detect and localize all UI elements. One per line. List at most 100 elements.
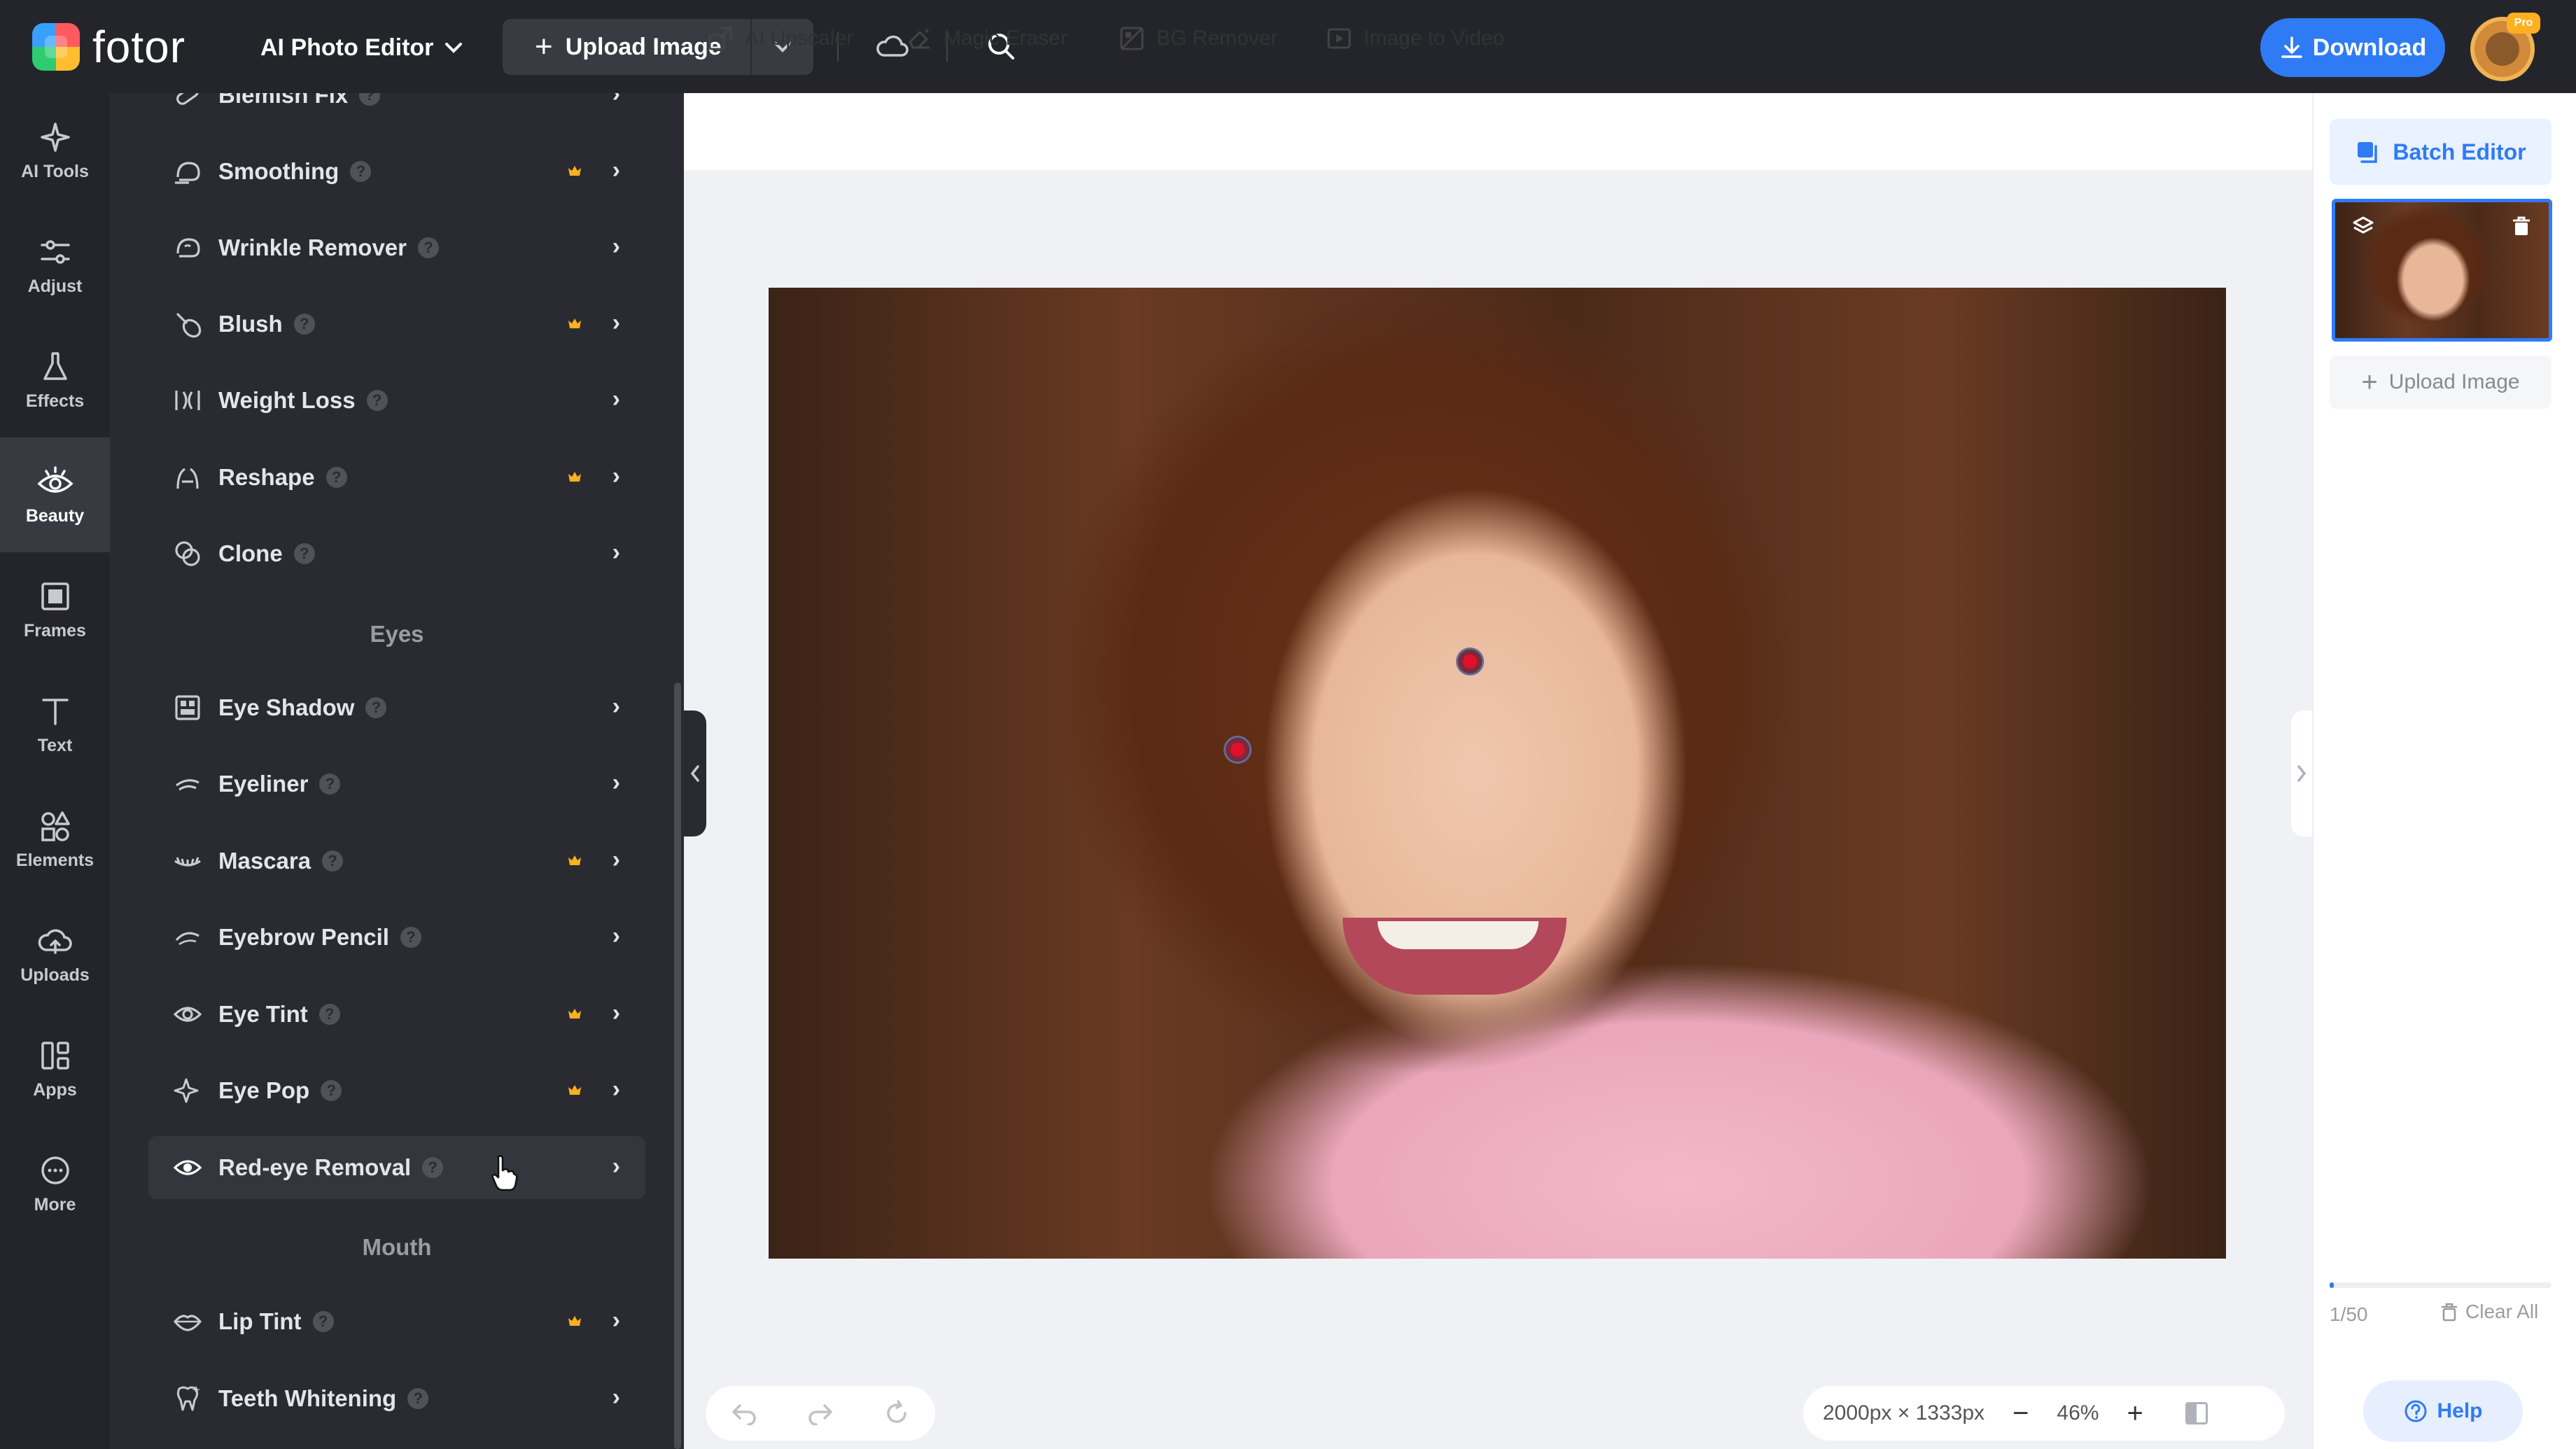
help-icon[interactable]: ?	[318, 1004, 340, 1025]
eyebrow-icon	[172, 922, 203, 953]
collapse-panel-button[interactable]	[684, 710, 706, 836]
eye-icon	[172, 1152, 203, 1183]
help-icon[interactable]: ?	[350, 161, 372, 182]
upload-count-progress	[2330, 1282, 2552, 1288]
tool-blush[interactable]: Blush ? ›	[148, 293, 645, 356]
upload-image-label: Upload Image	[565, 33, 722, 60]
tool-eye-pop[interactable]: Eye Pop ? ›	[148, 1059, 645, 1122]
tool-weight-loss[interactable]: Weight Loss ? ›	[148, 369, 645, 432]
shapes-icon	[41, 811, 70, 841]
tool-eyebrow-pencil[interactable]: Eyebrow Pencil ? ›	[148, 906, 645, 969]
help-icon[interactable]: ?	[322, 850, 344, 872]
brush-icon	[172, 309, 203, 340]
expand-right-panel-button[interactable]	[2291, 710, 2312, 836]
help-icon[interactable]: ?	[321, 1080, 342, 1101]
tool-smoothing[interactable]: Smoothing ? ›	[148, 140, 645, 203]
compare-icon[interactable]	[2185, 1402, 2208, 1424]
help-icon[interactable]: ?	[359, 93, 381, 106]
help-icon[interactable]: ?	[422, 1157, 444, 1178]
nav-label: Uploads	[20, 965, 90, 985]
logo-text: fotor	[92, 22, 186, 72]
upload-image-secondary-button[interactable]: + Upload Image	[2330, 356, 2552, 409]
tool-label: Reshape	[218, 464, 315, 490]
section-mouth: Mouth	[362, 1234, 432, 1260]
help-icon[interactable]: ?	[319, 774, 341, 794]
redo-icon[interactable]	[806, 1401, 834, 1425]
text-icon	[41, 698, 69, 725]
nav-label: Effects	[25, 391, 85, 411]
batch-icon	[2358, 142, 2378, 163]
help-icon[interactable]: ?	[365, 697, 387, 718]
nav-text[interactable]: Text	[0, 667, 110, 782]
fotor-logo[interactable]: fotor	[32, 22, 186, 72]
help-icon[interactable]: ?	[400, 927, 421, 948]
tool-red-eye-removal[interactable]: Red-eye Removal ? ›	[148, 1136, 645, 1199]
beauty-tools-panel: Blemish Fix ? › Smoothing ? › Wrinkle Re…	[110, 93, 684, 1449]
tool-eye-tint[interactable]: Eye Tint ? ›	[148, 983, 645, 1046]
undo-icon[interactable]	[730, 1401, 758, 1425]
editor-menu[interactable]: AI Photo Editor	[260, 28, 463, 67]
help-icon[interactable]: ?	[407, 1388, 429, 1409]
nav-elements[interactable]: Elements	[0, 782, 110, 897]
nav-effects[interactable]: Effects	[0, 323, 110, 438]
clear-all-button[interactable]: Clear All	[2440, 1301, 2538, 1323]
trash-icon	[2442, 1303, 2457, 1322]
quick-magic-eraser[interactable]: Magic Eraser	[906, 21, 1068, 56]
clone-icon	[172, 538, 203, 569]
trash-icon[interactable]	[2509, 214, 2534, 239]
tool-blemish-fix[interactable]: Blemish Fix ? ›	[148, 93, 645, 127]
upload-count-progress-fill	[2330, 1282, 2334, 1288]
lips-icon	[172, 1306, 203, 1337]
tool-reshape[interactable]: Reshape ? ›	[148, 446, 645, 509]
zoom-level[interactable]: 46%	[2057, 1401, 2099, 1425]
left-nav: AI Tools Adjust Effects Beauty Frames Te…	[0, 93, 110, 1449]
tool-label: Eyeliner	[218, 771, 309, 797]
photo-left-eye	[1224, 736, 1252, 764]
eraser-icon	[909, 28, 930, 49]
nav-apps[interactable]: Apps	[0, 1011, 110, 1126]
more-icon	[41, 1156, 69, 1184]
help-icon[interactable]: ?	[293, 314, 315, 335]
canvas-photo[interactable]	[769, 288, 2226, 1259]
help-icon[interactable]: ?	[418, 237, 439, 258]
help-icon[interactable]: ?	[326, 467, 347, 488]
tool-teeth-whitening[interactable]: Teeth Whitening ? ›	[148, 1367, 645, 1430]
quick-tools-bar	[684, 93, 2312, 170]
crown-icon	[568, 318, 581, 328]
tool-label: Eyebrow Pencil	[218, 924, 389, 950]
help-icon[interactable]: ?	[293, 543, 315, 564]
nav-more[interactable]: More	[0, 1126, 110, 1241]
eyeliner-icon	[172, 769, 203, 799]
nav-beauty[interactable]: Beauty	[0, 438, 110, 552]
nav-adjust[interactable]: Adjust	[0, 208, 110, 323]
zoom-in-button[interactable]: +	[2127, 1398, 2143, 1429]
layers-icon[interactable]	[2351, 214, 2376, 239]
nav-uploads[interactable]: Uploads	[0, 897, 110, 1011]
zoom-out-button[interactable]: −	[2012, 1398, 2029, 1429]
tool-wrinkle-remover[interactable]: Wrinkle Remover ? ›	[148, 216, 645, 279]
cloud-icon[interactable]	[874, 28, 910, 64]
help-icon[interactable]: ?	[366, 390, 388, 411]
nav-ai-tools[interactable]: AI Tools	[0, 93, 110, 208]
quick-image-to-video[interactable]: Image to Video	[1326, 21, 1504, 56]
tool-lip-tint[interactable]: Lip Tint ? ›	[148, 1290, 645, 1353]
nav-frames[interactable]: Frames	[0, 552, 110, 667]
tool-eyeliner[interactable]: Eyeliner ? ›	[148, 752, 645, 816]
quick-bg-remover[interactable]: BG Remover	[1119, 21, 1278, 56]
photo-right-eye	[1456, 648, 1484, 676]
download-button[interactable]: Download	[2260, 18, 2445, 77]
quick-ai-upscaler[interactable]: AI Upscaler	[707, 21, 853, 56]
tool-eye-shadow[interactable]: Eye Shadow ? ›	[148, 676, 645, 739]
batch-editor-button[interactable]: Batch Editor	[2330, 119, 2552, 185]
tool-mascara[interactable]: Mascara ? ›	[148, 830, 645, 892]
help-button[interactable]: Help	[2363, 1380, 2523, 1442]
help-icon[interactable]: ?	[312, 1311, 334, 1332]
tools-scrollbar[interactable]	[674, 682, 681, 1449]
quick-label: Magic Eraser	[944, 27, 1068, 50]
nav-label: AI Tools	[21, 161, 89, 181]
tool-clone[interactable]: Clone ? ›	[148, 522, 645, 585]
body-slim-icon	[172, 385, 203, 416]
crown-icon	[568, 1085, 581, 1095]
plus-icon: +	[2361, 366, 2378, 398]
reset-icon[interactable]	[883, 1399, 911, 1427]
